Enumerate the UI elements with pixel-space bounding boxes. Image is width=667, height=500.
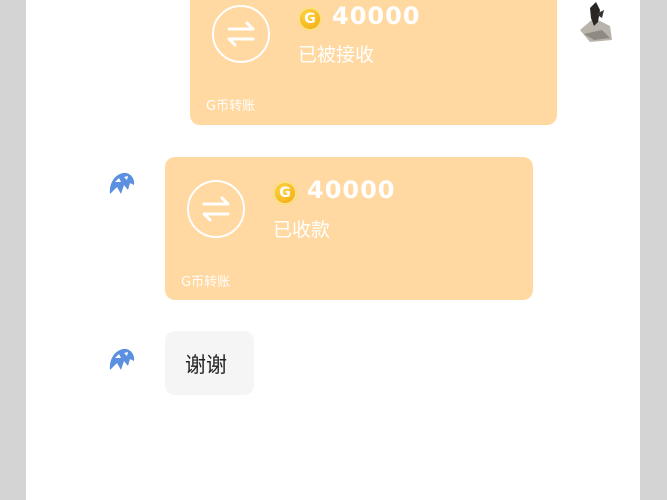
transfer-type-label: G币转账 [206,99,256,114]
sender-avatar[interactable] [574,0,618,44]
transfer-amount: 40000 [307,176,396,204]
transfer-arrows-icon [212,5,270,63]
text-message-bubble[interactable]: 谢谢 [165,331,254,395]
transfer-card-received[interactable]: G 40000 已收款 G币转账 [165,157,533,300]
contact-avatar[interactable] [106,168,138,200]
message-text: 谢谢 [185,353,227,377]
contact-avatar[interactable] [106,344,138,376]
transfer-amount: 40000 [332,2,421,30]
transfer-status: 已被接收 [298,44,375,66]
transfer-type-label: G币转账 [181,275,231,290]
transfer-card-sent[interactable]: G 40000 已被接收 G币转账 [190,0,557,125]
coin-icon: G [298,7,322,31]
avatar-image [109,172,135,194]
chat-screen: G 40000 已被接收 G币转账 G 40000 已收款 G币转账 谢谢 [26,0,640,500]
transfer-status: 已收款 [273,219,331,241]
avatar-image [580,2,612,42]
coin-icon: G [273,181,297,205]
avatar-image [109,348,135,370]
transfer-arrows-icon [187,180,245,238]
